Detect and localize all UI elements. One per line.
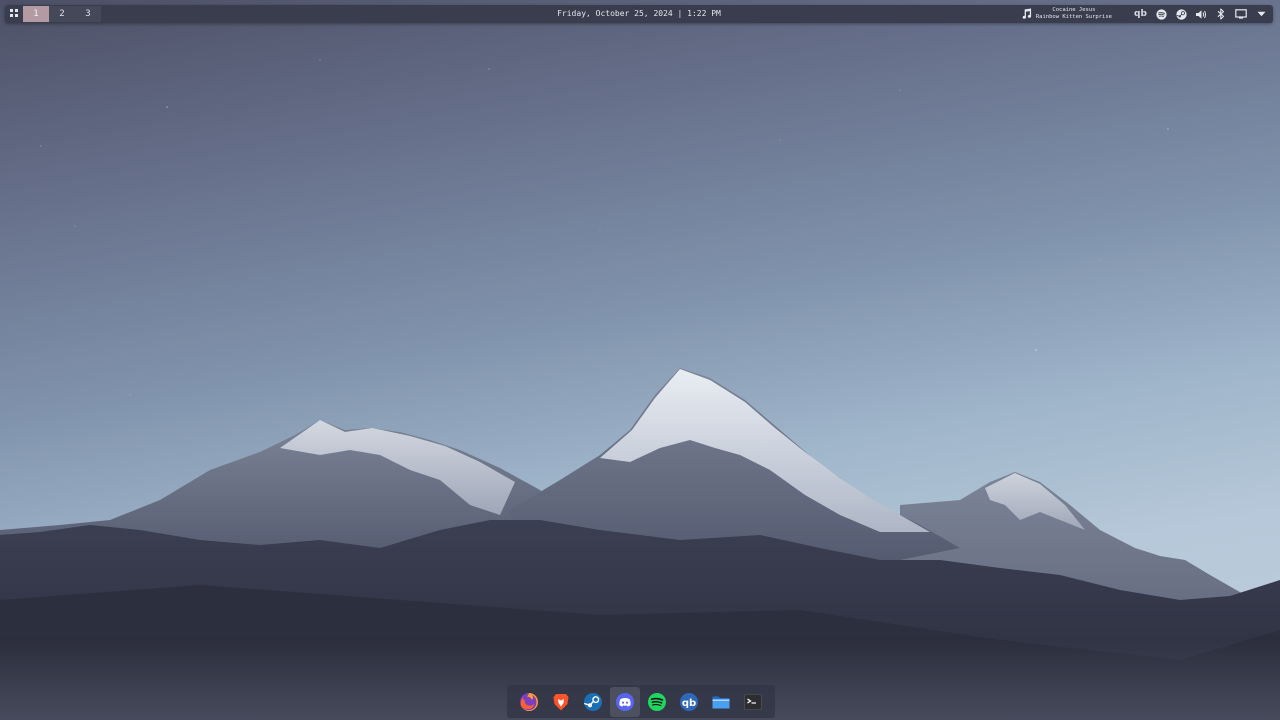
media-title: Cocaine Jesus [1052, 7, 1096, 13]
dock-item-terminal[interactable] [741, 690, 765, 714]
clock-text[interactable]: Friday, October 25, 2024 | 1:22 PM [557, 9, 721, 18]
workspace-switcher: 1 2 3 [23, 6, 101, 22]
wallpaper [0, 59, 1280, 720]
file-manager-icon [712, 696, 730, 708]
firefox-icon [520, 692, 538, 711]
volume-icon[interactable] [1195, 8, 1207, 20]
grid-icon[interactable] [10, 9, 20, 19]
top-bar: 1 2 3 Friday, October 25, 2024 | 1:22 PM… [5, 5, 1273, 23]
bluetooth-icon[interactable] [1215, 8, 1227, 20]
qbittorrent-dock-label: qb [682, 697, 696, 708]
workspace-3[interactable]: 3 [75, 6, 101, 22]
steam-icon[interactable] [1175, 8, 1187, 20]
workspace-2[interactable]: 2 [49, 6, 75, 22]
desktop: 1 2 3 Friday, October 25, 2024 | 1:22 PM… [0, 0, 1280, 720]
display-icon[interactable] [1235, 8, 1247, 20]
qbittorrent-icon[interactable]: qb [1134, 8, 1147, 20]
media-text: Cocaine Jesus Rainbow Kitten Surprise [1036, 7, 1112, 21]
discord-icon [616, 692, 634, 711]
workspace-1[interactable]: 1 [23, 6, 49, 22]
spotify-icon[interactable] [1155, 8, 1167, 20]
qbittorrent-icon: qb [680, 692, 698, 711]
system-tray: Cocaine Jesus Rainbow Kitten Surprise qb [1021, 5, 1267, 23]
media-widget[interactable]: Cocaine Jesus Rainbow Kitten Surprise [1021, 7, 1112, 21]
dock: qb [507, 685, 775, 718]
dock-item-brave[interactable] [549, 690, 573, 714]
stars [40, 59, 1169, 396]
chevron-down-icon[interactable] [1255, 8, 1267, 20]
music-note-icon [1022, 8, 1031, 19]
dock-item-steam[interactable] [581, 690, 605, 714]
dock-item-qbittorrent[interactable]: qb [677, 690, 701, 714]
dock-item-discord[interactable] [610, 686, 640, 717]
dock-item-firefox[interactable] [517, 690, 541, 714]
media-artist: Rainbow Kitten Surprise [1035, 14, 1112, 20]
terminal-icon [744, 693, 762, 710]
qbittorrent-tray-label: qb [1134, 9, 1147, 19]
spotify-icon [648, 692, 666, 711]
brave-icon [553, 693, 569, 710]
steam-icon [584, 692, 602, 711]
dock-item-spotify[interactable] [645, 690, 669, 714]
dock-item-files[interactable] [709, 690, 733, 714]
